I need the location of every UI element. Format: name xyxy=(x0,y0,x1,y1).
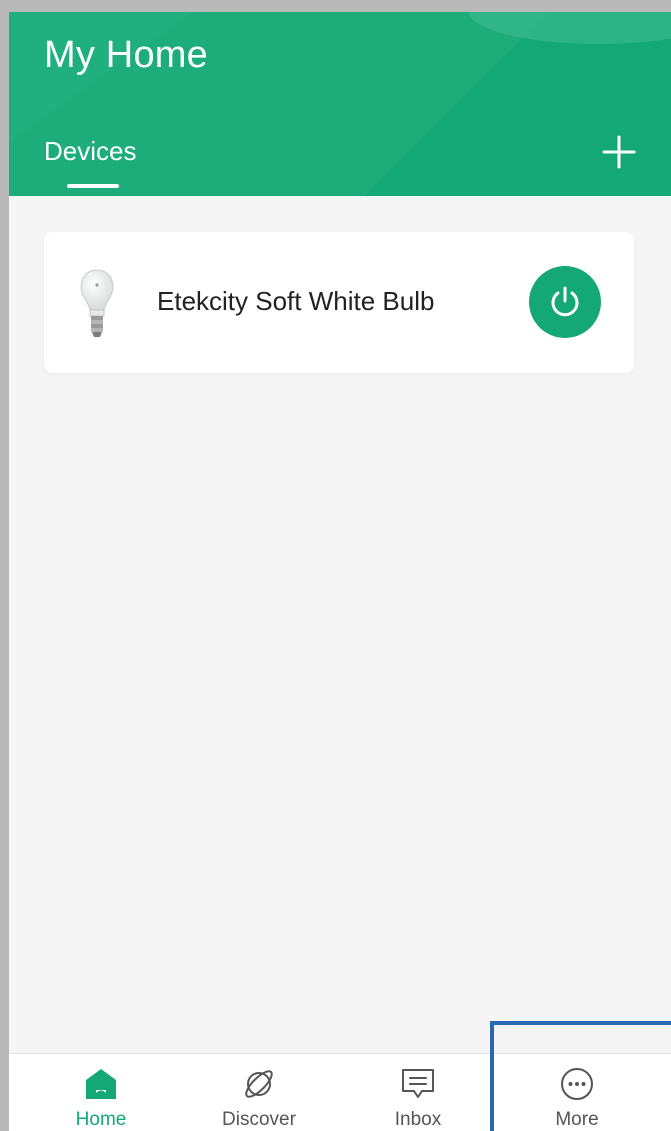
planet-icon xyxy=(245,1070,273,1098)
add-device-button[interactable] xyxy=(601,134,637,170)
plus-icon xyxy=(602,135,636,169)
nav-more-label: More xyxy=(555,1109,599,1130)
tab-devices[interactable]: Devices xyxy=(44,136,136,167)
nav-home-label: Home xyxy=(75,1109,127,1130)
home-icon xyxy=(86,1069,116,1099)
nav-discover[interactable]: Discover xyxy=(199,1054,319,1131)
device-card[interactable]: Etekcity Soft White Bulb xyxy=(44,232,634,373)
message-icon xyxy=(402,1069,434,1098)
power-icon xyxy=(551,286,579,317)
power-button[interactable] xyxy=(529,266,601,338)
bottom-navigation: Home Discover Inbox More xyxy=(9,1053,671,1131)
device-name: Etekcity Soft White Bulb xyxy=(157,286,435,316)
light-bulb-icon xyxy=(80,269,114,337)
nav-inbox[interactable]: Inbox xyxy=(358,1054,478,1131)
active-tab-indicator xyxy=(67,184,119,188)
nav-discover-label: Discover xyxy=(222,1109,296,1130)
nav-home[interactable]: Home xyxy=(41,1054,161,1131)
header: My Home Devices xyxy=(9,12,671,196)
more-dots-icon xyxy=(561,1068,593,1100)
page-title: My Home xyxy=(44,34,208,76)
nav-inbox-label: Inbox xyxy=(394,1109,442,1130)
app-screen: My Home Devices Etekcity Soft White Bulb… xyxy=(9,12,671,1131)
nav-more[interactable]: More xyxy=(517,1054,637,1131)
